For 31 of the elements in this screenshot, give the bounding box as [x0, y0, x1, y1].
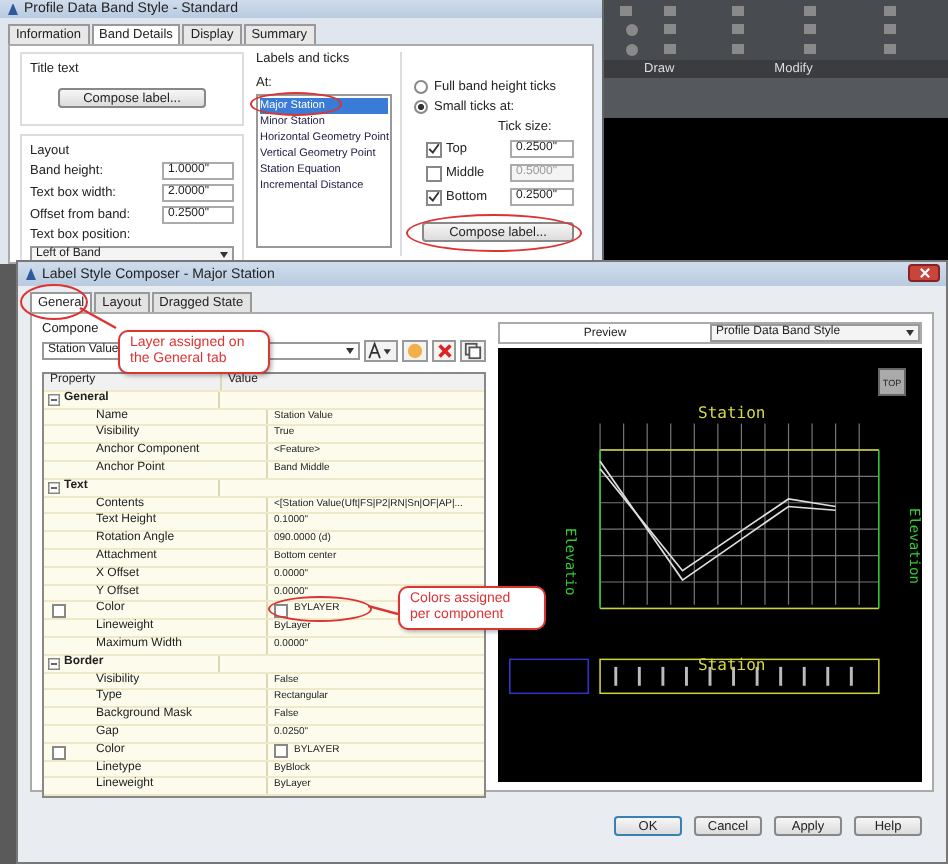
caret-icon	[345, 348, 354, 354]
collapse-toggle-icon[interactable]	[48, 657, 60, 670]
copy-icon	[464, 342, 483, 360]
chart-title: Station	[698, 404, 766, 422]
app-logo-icon	[8, 3, 18, 15]
radio-button[interactable]	[414, 80, 428, 94]
collapse-toggle-icon[interactable]	[48, 481, 60, 494]
checkbox[interactable]	[426, 189, 442, 205]
checkbox[interactable]	[52, 604, 66, 619]
app-logo-icon	[26, 268, 36, 280]
delete-button[interactable]	[431, 340, 457, 362]
checkbox[interactable]	[52, 745, 66, 760]
highlight-ellipse	[268, 596, 372, 622]
checkbox[interactable]	[426, 141, 442, 157]
radio-button[interactable]	[414, 100, 428, 114]
band-title: Station	[698, 656, 766, 674]
highlight-ellipse	[250, 92, 342, 115]
add-component-button[interactable]	[363, 340, 399, 362]
collapse-toggle-icon[interactable]	[48, 393, 60, 406]
delete-icon	[435, 342, 454, 360]
highlight-ellipse	[20, 284, 88, 320]
leader-line	[368, 604, 398, 616]
component-icon	[405, 342, 424, 360]
copy-button[interactable]	[460, 340, 486, 362]
close-icon	[917, 266, 931, 280]
caret-icon	[906, 330, 914, 336]
color-swatch-icon	[274, 603, 288, 618]
copy-component-button[interactable]	[402, 340, 428, 362]
color-swatch-icon	[274, 744, 288, 759]
close-button[interactable]	[908, 264, 940, 282]
text-add-icon	[366, 342, 395, 360]
